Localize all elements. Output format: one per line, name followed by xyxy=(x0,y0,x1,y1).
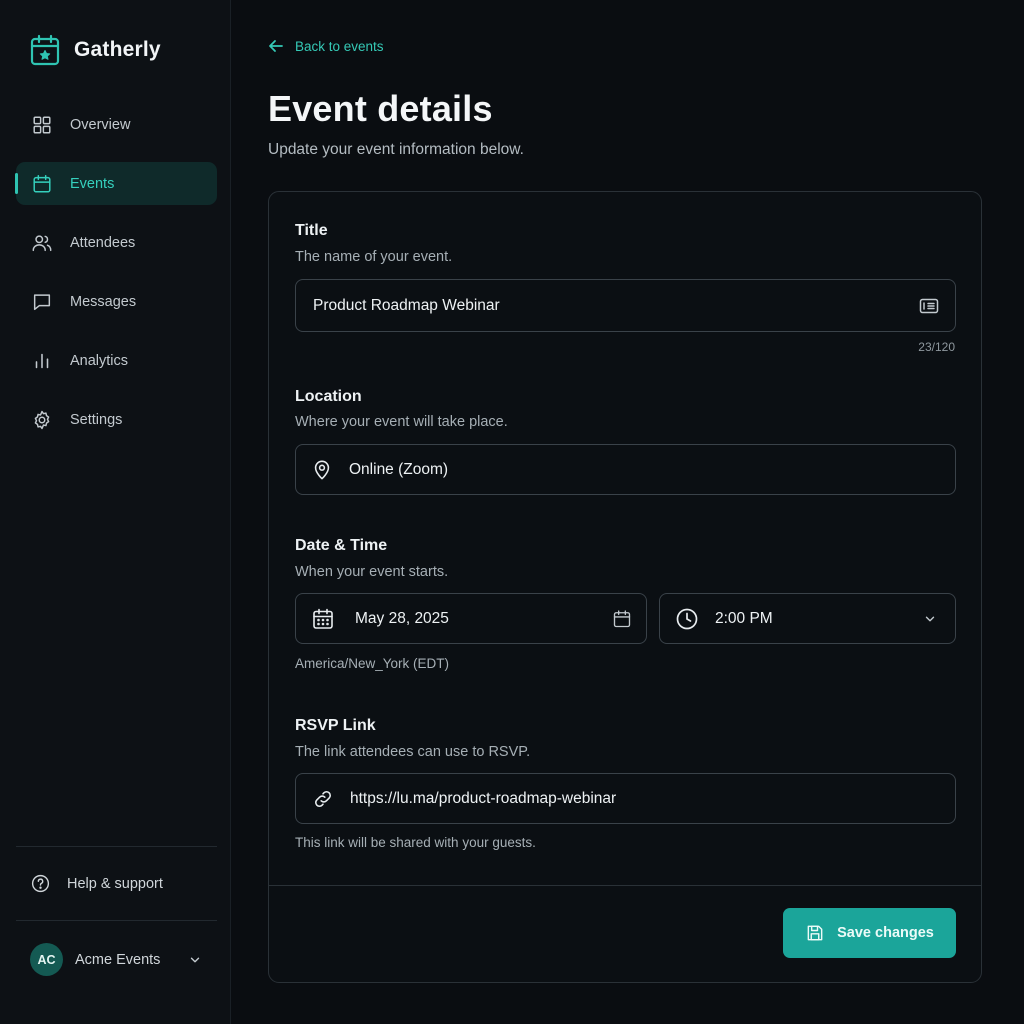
title-label: Title xyxy=(295,222,328,239)
sidebar-item-messages[interactable]: Messages xyxy=(16,280,217,323)
avatar: AC xyxy=(30,943,63,976)
calendar-grid-icon xyxy=(313,608,333,629)
brand[interactable]: Gatherly xyxy=(30,34,161,66)
date-value: May 28, 2025 xyxy=(355,609,449,627)
title-value: Product Roadmap Webinar xyxy=(313,296,500,314)
chevron-down-icon xyxy=(925,616,935,621)
grid-icon xyxy=(33,115,51,134)
rsvp-link-input[interactable]: https://lu.ma/product-roadmap-webinar xyxy=(295,773,956,824)
datetime-label: Date & Time xyxy=(295,537,388,554)
datetime-description: When your event starts. xyxy=(295,564,449,580)
sidebar-divider xyxy=(16,920,217,921)
sidebar-item-analytics[interactable]: Analytics xyxy=(16,339,217,382)
event-details-card: Title The name of your event. Product Ro… xyxy=(268,191,982,983)
calendar-icon xyxy=(33,174,51,193)
sidebar-item-settings[interactable]: Settings xyxy=(16,398,217,441)
calendar-picker-icon[interactable] xyxy=(612,609,632,629)
help-circle-icon xyxy=(31,874,50,893)
time-select[interactable]: 2:00 PM xyxy=(659,593,956,644)
title-description: The name of your event. xyxy=(295,249,453,265)
clock-icon xyxy=(676,608,698,629)
location-description: Where your event will take place. xyxy=(295,414,508,430)
time-value: 2:00 PM xyxy=(715,609,773,627)
sidebar-item-label: Messages xyxy=(70,293,137,310)
title-char-counter: 23/120 xyxy=(918,340,955,354)
sidebar-item-attendees[interactable]: Attendees xyxy=(16,221,217,264)
rsvp-helper-text: This link will be shared with your guest… xyxy=(295,835,536,850)
rsvp-label: RSVP Link xyxy=(295,717,376,734)
location-label: Location xyxy=(295,388,362,405)
text-field-icon xyxy=(919,298,939,313)
sidebar-nav: Overview Events Attendees Messages Analy… xyxy=(15,103,217,457)
rsvp-description: The link attendees can use to RSVP. xyxy=(295,744,531,760)
link-icon xyxy=(315,790,331,807)
rsvp-link-value: https://lu.ma/product-roadmap-webinar xyxy=(350,789,617,807)
sidebar-item-label: Overview xyxy=(70,116,131,133)
card-footer-divider xyxy=(269,885,981,886)
page-title: Event details xyxy=(268,88,493,129)
sidebar-item-label: Attendees xyxy=(70,234,136,251)
sidebar-item-label: Analytics xyxy=(70,352,129,369)
users-icon xyxy=(32,234,52,251)
sidebar-item-label: Settings xyxy=(70,411,123,428)
calendar-star-icon xyxy=(30,34,60,66)
bar-chart-icon xyxy=(35,353,49,368)
location-input[interactable]: Online (Zoom) xyxy=(295,444,956,495)
location-value: Online (Zoom) xyxy=(349,460,449,478)
sidebar-divider xyxy=(16,846,217,847)
sidebar-item-overview[interactable]: Overview xyxy=(16,103,217,146)
brand-name: Gatherly xyxy=(74,38,161,61)
save-button-label: Save changes xyxy=(837,925,934,941)
message-icon xyxy=(33,293,51,310)
sidebar-item-label: Events xyxy=(70,175,115,192)
gear-icon xyxy=(34,410,50,429)
help-support-label: Help & support xyxy=(67,875,163,892)
back-link-label: Back to events xyxy=(295,38,384,54)
account-switcher[interactable]: AC Acme Events xyxy=(30,943,202,976)
save-changes-button[interactable]: Save changes xyxy=(783,908,956,958)
sidebar-item-events[interactable]: Events xyxy=(15,162,217,205)
help-support-link[interactable]: Help & support xyxy=(30,873,163,894)
account-name: Acme Events xyxy=(75,951,161,968)
sidebar: Gatherly Overview Events Attendees Messa… xyxy=(0,0,231,1024)
timezone-text: America/New_York (EDT) xyxy=(295,656,450,671)
page-subtitle: Update your event information below. xyxy=(268,141,524,158)
map-pin-icon xyxy=(314,460,330,479)
save-icon xyxy=(807,925,823,941)
arrow-left-icon xyxy=(269,40,283,52)
chevron-down-icon xyxy=(190,957,200,962)
back-to-events-link[interactable]: Back to events xyxy=(267,37,384,55)
title-input[interactable]: Product Roadmap Webinar xyxy=(295,279,956,332)
date-input[interactable]: May 28, 2025 xyxy=(295,593,647,644)
